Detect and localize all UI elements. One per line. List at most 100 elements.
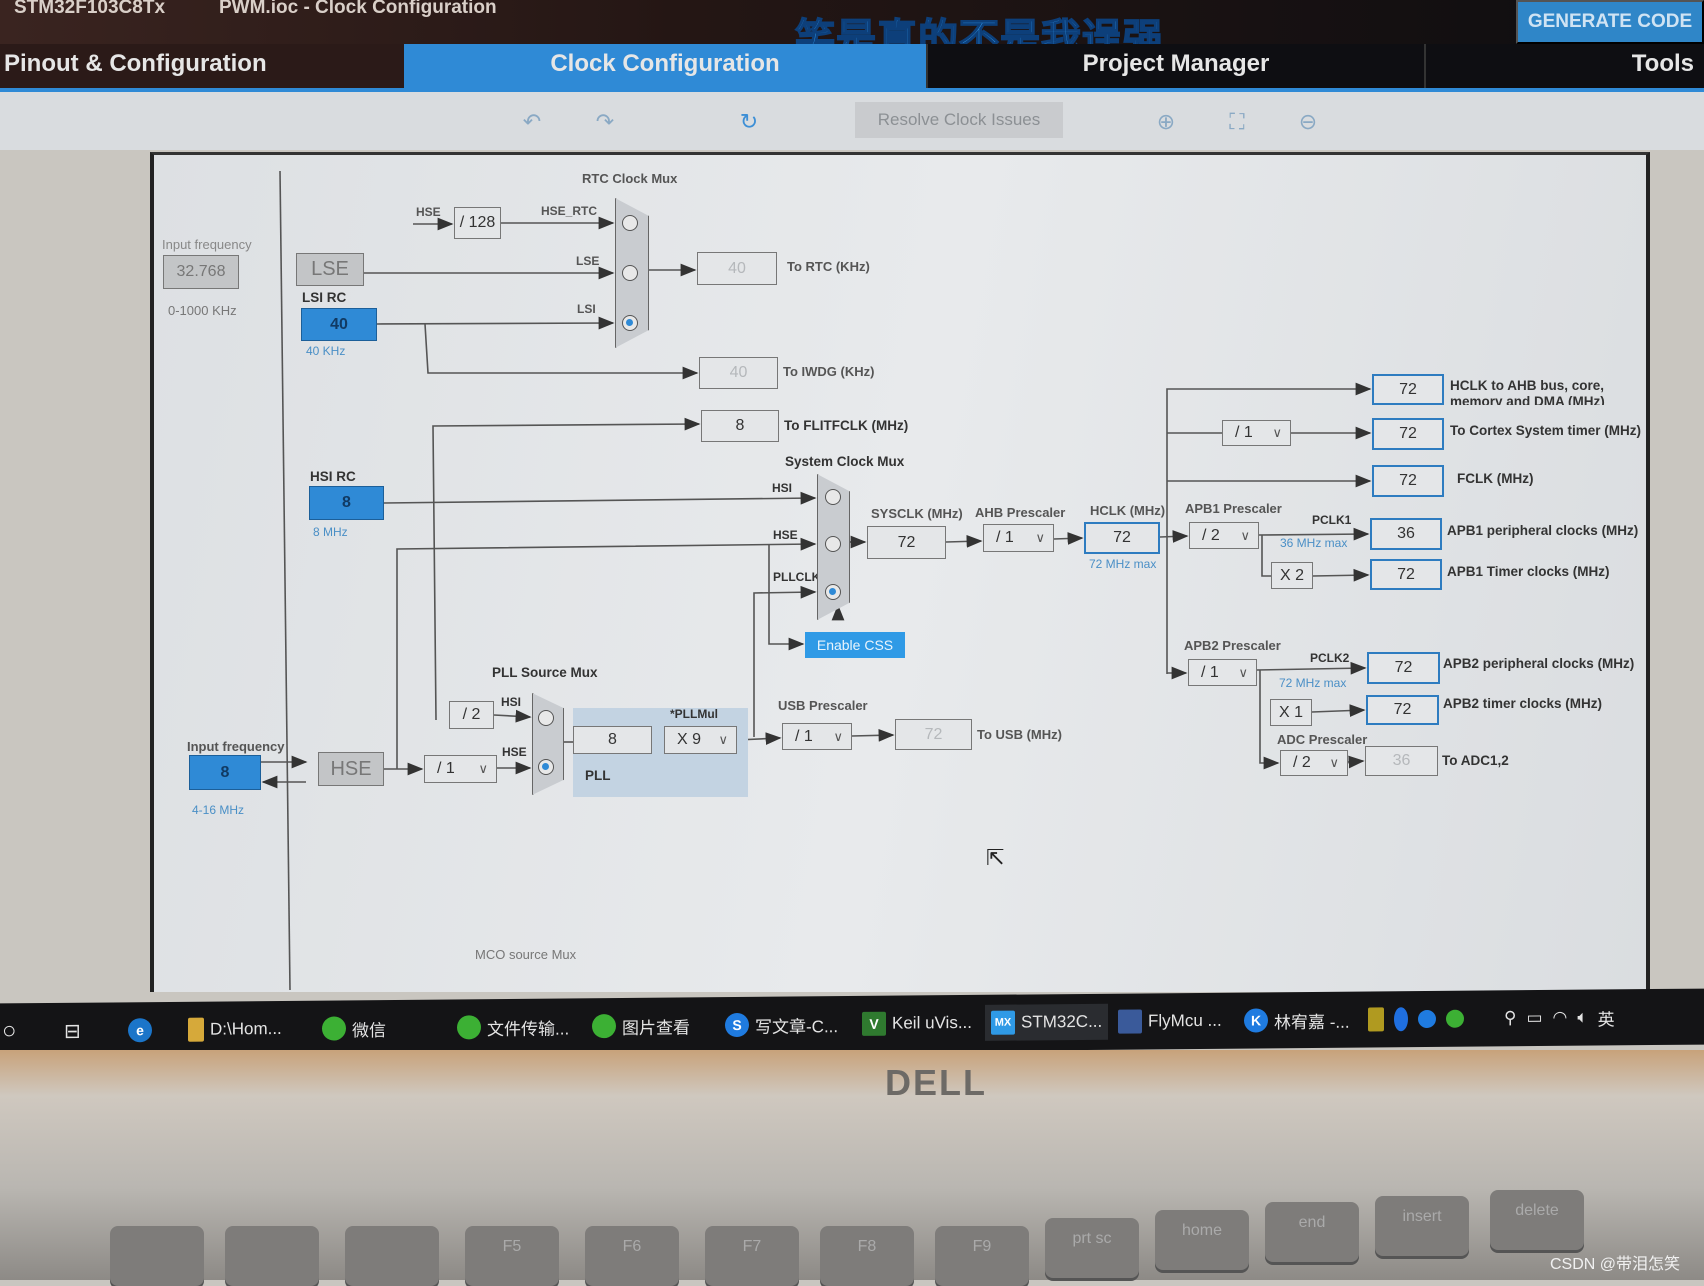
lsi-unit-label: 40 KHz	[306, 344, 346, 358]
dell-logo: DELL	[885, 1062, 987, 1103]
rtc-output-label: To RTC (KHz)	[787, 259, 870, 274]
wechat-tray-icon[interactable]	[1446, 1009, 1464, 1028]
rtc-mux-radio-hse[interactable]	[622, 215, 638, 231]
pllmul-select[interactable]: X 9 ∨	[664, 726, 737, 754]
ahb-prescaler-select[interactable]: / 1 ∨	[983, 524, 1054, 552]
tray-app-icon[interactable]	[1368, 1007, 1384, 1032]
lse-input-frequency-field[interactable]: 32.768	[163, 255, 239, 289]
apb2-timer-multiplier: X 1	[1270, 699, 1312, 726]
keyboard-key-f8: F8	[820, 1226, 914, 1286]
volume-icon[interactable]: 🔈︎	[1577, 1008, 1587, 1028]
pll-source-mux	[532, 693, 564, 795]
hse-prediv-value: / 1	[437, 760, 455, 777]
search-circle-icon[interactable]: ○	[2, 1013, 17, 1049]
sys-mux-pllclk-label: PLLCLK	[773, 570, 821, 584]
system-clock-mux-label: System Clock Mux	[785, 454, 905, 469]
apb1-timer-multiplier: X 2	[1271, 562, 1313, 589]
bluetooth-icon[interactable]	[1394, 1007, 1408, 1032]
apb1-prescaler-value: / 2	[1202, 526, 1220, 544]
chevron-down-icon: ∨	[1272, 425, 1282, 440]
keil-icon: V	[862, 1011, 886, 1036]
pll-src-radio-hsi[interactable]	[538, 710, 554, 726]
hse-input-frequency-field[interactable]: 8	[189, 755, 261, 790]
battery-icon[interactable]: ▭	[1526, 1008, 1542, 1028]
cortex-timer-field[interactable]: 72	[1372, 418, 1444, 450]
hclk-label: HCLK (MHz)	[1090, 503, 1166, 518]
taskbar-item-label: D:\Hom...	[210, 1018, 282, 1039]
rtc-mux-radio-lse[interactable]	[622, 265, 638, 281]
pll-src-hse-label: HSE	[502, 745, 527, 759]
sys-mux-radio-hse[interactable]	[825, 536, 841, 552]
ahb-output-label: HCLK to AHB bus, core,	[1450, 378, 1605, 393]
hse-prediv-select[interactable]: / 1 ∨	[424, 755, 497, 783]
network-icon[interactable]: ⚲	[1504, 1008, 1516, 1028]
usb-prescaler-label: USB Prescaler	[778, 698, 868, 713]
keyboard-key	[345, 1226, 439, 1286]
keyboard-key-prtsc: prt sc	[1045, 1218, 1139, 1278]
taskbar-keil[interactable]: V Keil uVis...	[862, 1005, 972, 1042]
taskbar-sogou[interactable]: S 写文章-C...	[725, 1006, 838, 1043]
mco-source-mux-label: MCO source Mux	[475, 947, 577, 962]
lse-block[interactable]: LSE	[296, 253, 364, 286]
system-tray: ⚲ ▭ ◠ 🔈︎ 英	[1368, 999, 1615, 1037]
taskbar-item-label: 图片查看	[622, 1017, 690, 1038]
taskbar-ie[interactable]: e	[128, 1012, 152, 1048]
wifi-icon[interactable]: ◠	[1553, 1008, 1568, 1028]
hclk-field[interactable]: 72	[1084, 522, 1160, 554]
kugou-tray-icon[interactable]	[1418, 1009, 1436, 1029]
keyboard-key	[110, 1226, 204, 1286]
apb2-prescaler-label: APB2 Prescaler	[1184, 638, 1281, 653]
rtc-mux-radio-lsi[interactable]	[622, 315, 638, 331]
apb1-peripheral-field[interactable]: 36	[1370, 518, 1442, 550]
taskbar-file-transfer[interactable]: 文件传输...	[457, 1008, 569, 1045]
taskbar-stm32cubemx[interactable]: MX STM32C...	[985, 1003, 1109, 1041]
sogou-icon: S	[725, 1012, 749, 1038]
apb2-timer-field[interactable]: 72	[1366, 695, 1439, 725]
lsi-value-field[interactable]: 40	[301, 308, 377, 341]
adc-prescaler-value: / 2	[1293, 754, 1311, 771]
ahb-output-field[interactable]: 72	[1372, 374, 1444, 405]
hsi-value-field[interactable]: 8	[309, 486, 384, 520]
chevron-down-icon: ∨	[718, 732, 728, 747]
enable-css-button[interactable]: Enable CSS	[805, 632, 905, 658]
iwdg-output-field: 40	[699, 357, 778, 389]
fclk-field[interactable]: 72	[1372, 465, 1444, 497]
hse-block[interactable]: HSE	[318, 752, 384, 786]
taskbar-wechat[interactable]: 微信	[322, 1010, 386, 1047]
adc-output-label: To ADC1,2	[1442, 753, 1509, 768]
kugou-icon: K	[1244, 1008, 1268, 1033]
taskbar-explorer[interactable]: D:\Hom...	[188, 1011, 282, 1048]
pclk1-max-label: 36 MHz max	[1280, 536, 1348, 550]
pll-src-hsi-label: HSI	[501, 695, 522, 709]
adc-prescaler-select[interactable]: / 2 ∨	[1280, 750, 1348, 776]
sysclk-field[interactable]: 72	[867, 526, 946, 559]
rtc-hse-label: HSE	[416, 205, 441, 219]
taskbar-image-viewer[interactable]: 图片查看	[592, 1007, 690, 1044]
apb1-timer-field[interactable]: 72	[1370, 559, 1442, 590]
sys-mux-radio-hsi[interactable]	[825, 489, 841, 505]
rtc-output-field: 40	[697, 252, 777, 285]
pll-src-radio-hse[interactable]	[538, 759, 554, 775]
usb-output-label: To USB (MHz)	[977, 727, 1062, 742]
usb-prescaler-select[interactable]: / 1 ∨	[782, 723, 852, 750]
sysclk-label: SYSCLK (MHz)	[871, 506, 963, 521]
task-view-icon[interactable]: ⊟	[64, 1013, 81, 1049]
taskbar-item-label: Keil uVis...	[892, 1012, 973, 1033]
apb2-prescaler-select[interactable]: / 1 ∨	[1188, 659, 1257, 686]
keyboard-key-f6: F6	[585, 1226, 679, 1286]
cortex-timer-prescaler-select[interactable]: / 1 ∨	[1222, 420, 1291, 446]
flitfclk-output-label: To FLITFCLK (MHz)	[784, 418, 909, 433]
apb2-peripheral-field[interactable]: 72	[1367, 652, 1440, 684]
apb1-prescaler-select[interactable]: / 2 ∨	[1189, 522, 1259, 549]
adc-prescaler-label: ADC Prescaler	[1277, 732, 1368, 747]
rtc-mux-label: RTC Clock Mux	[582, 171, 678, 186]
sys-mux-radio-pllclk[interactable]	[825, 584, 841, 600]
taskbar-flymcu[interactable]: FlyMcu ...	[1118, 1003, 1222, 1040]
pclk2-max-label: 72 MHz max	[1279, 676, 1347, 690]
ahb-prescaler-value: / 1	[996, 529, 1014, 546]
taskbar-kugou[interactable]: K 林宥嘉 -...	[1244, 1002, 1350, 1039]
pllmul-label: *PLLMul	[670, 707, 718, 721]
ime-indicator[interactable]: 英	[1598, 1005, 1615, 1030]
folder-icon	[188, 1017, 204, 1042]
keyboard-key-home: home	[1155, 1210, 1249, 1270]
